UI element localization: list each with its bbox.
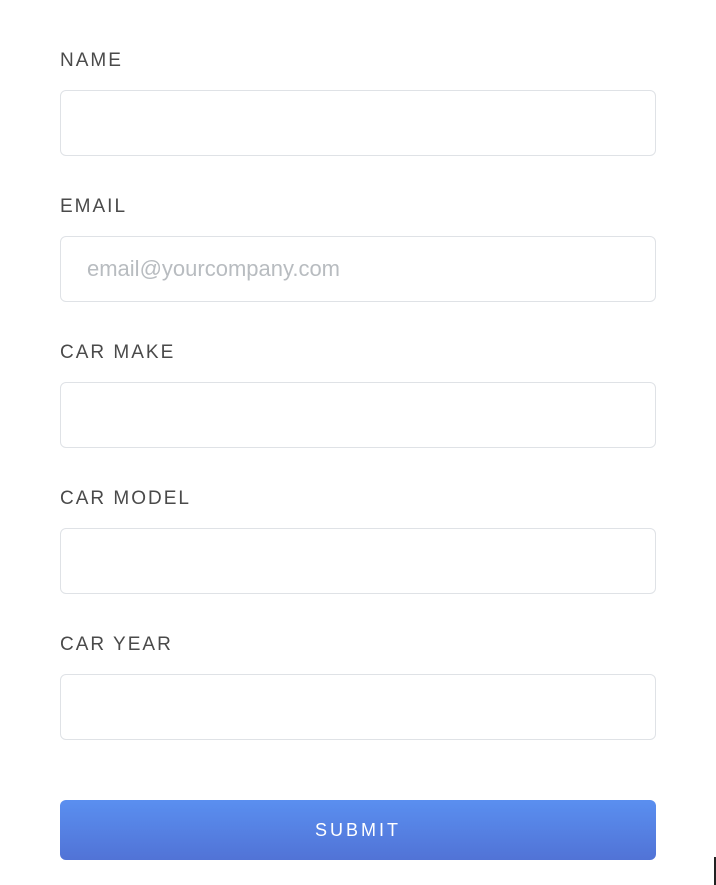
email-label: EMAIL (60, 196, 656, 218)
car-model-label: CAR MODEL (60, 488, 656, 510)
car-make-label: CAR MAKE (60, 342, 656, 364)
car-make-input[interactable] (60, 382, 656, 448)
field-group-email: EMAIL (60, 196, 656, 302)
field-group-car-year: CAR YEAR (60, 634, 656, 740)
field-group-car-model: CAR MODEL (60, 488, 656, 594)
car-year-input[interactable] (60, 674, 656, 740)
name-input[interactable] (60, 90, 656, 156)
car-model-input[interactable] (60, 528, 656, 594)
contact-form: NAME EMAIL CAR MAKE CAR MODEL CAR YEAR S… (60, 50, 656, 860)
name-label: NAME (60, 50, 656, 72)
field-group-name: NAME (60, 50, 656, 156)
email-input[interactable] (60, 236, 656, 302)
submit-button[interactable]: SUBMIT (60, 800, 656, 860)
car-year-label: CAR YEAR (60, 634, 656, 656)
field-group-car-make: CAR MAKE (60, 342, 656, 448)
